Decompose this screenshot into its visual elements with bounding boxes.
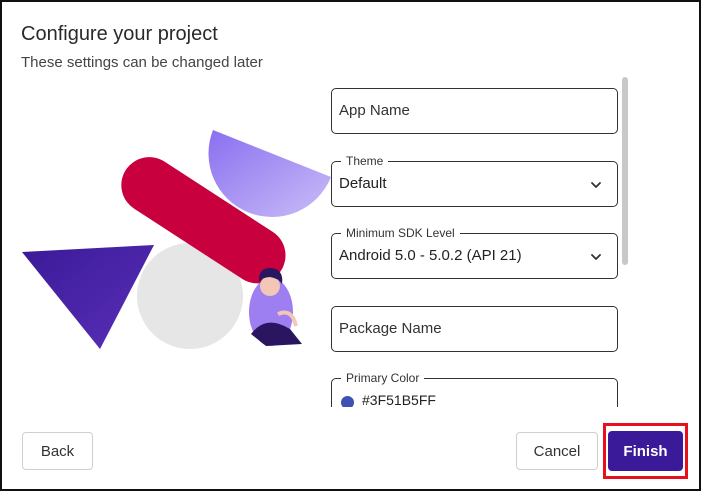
chevron-down-icon xyxy=(591,254,601,260)
theme-label: Theme xyxy=(341,154,389,168)
chevron-down-icon xyxy=(591,182,601,188)
finish-button[interactable]: Finish xyxy=(608,431,683,471)
minimum-sdk-select[interactable]: Minimum SDK Level Android 5.0 - 5.0.2 (A… xyxy=(331,226,618,279)
theme-value: Default xyxy=(339,175,387,192)
dialog-title: Configure your project xyxy=(21,23,218,45)
theme-select[interactable]: Theme Default xyxy=(331,154,618,207)
app-name-placeholder: App Name xyxy=(339,102,410,119)
cancel-button[interactable]: Cancel xyxy=(516,432,598,470)
indigo-triangle-shape xyxy=(22,245,154,349)
dialog-subtitle: These settings can be changed later xyxy=(21,54,263,71)
decorative-illustration xyxy=(22,130,331,349)
primary-color-label: Primary Color xyxy=(341,371,425,385)
package-name-placeholder: Package Name xyxy=(339,320,442,337)
minimum-sdk-value: Android 5.0 - 5.0.2 (API 21) xyxy=(339,247,522,264)
back-button[interactable]: Back xyxy=(22,432,93,470)
minimum-sdk-label: Minimum SDK Level xyxy=(341,226,460,240)
configure-project-dialog: Configure your project These settings ca… xyxy=(0,0,701,491)
package-name-field[interactable]: Package Name xyxy=(331,306,618,352)
project-settings-form: App Name Theme Default Minimum SDK Level… xyxy=(322,77,622,407)
app-name-field[interactable]: App Name xyxy=(331,88,618,134)
primary-color-value: #3F51B5FF xyxy=(362,392,436,407)
form-scrollbar[interactable] xyxy=(622,77,628,265)
color-swatch xyxy=(341,396,354,407)
primary-color-field[interactable]: Primary Color #3F51B5FF xyxy=(331,371,618,407)
